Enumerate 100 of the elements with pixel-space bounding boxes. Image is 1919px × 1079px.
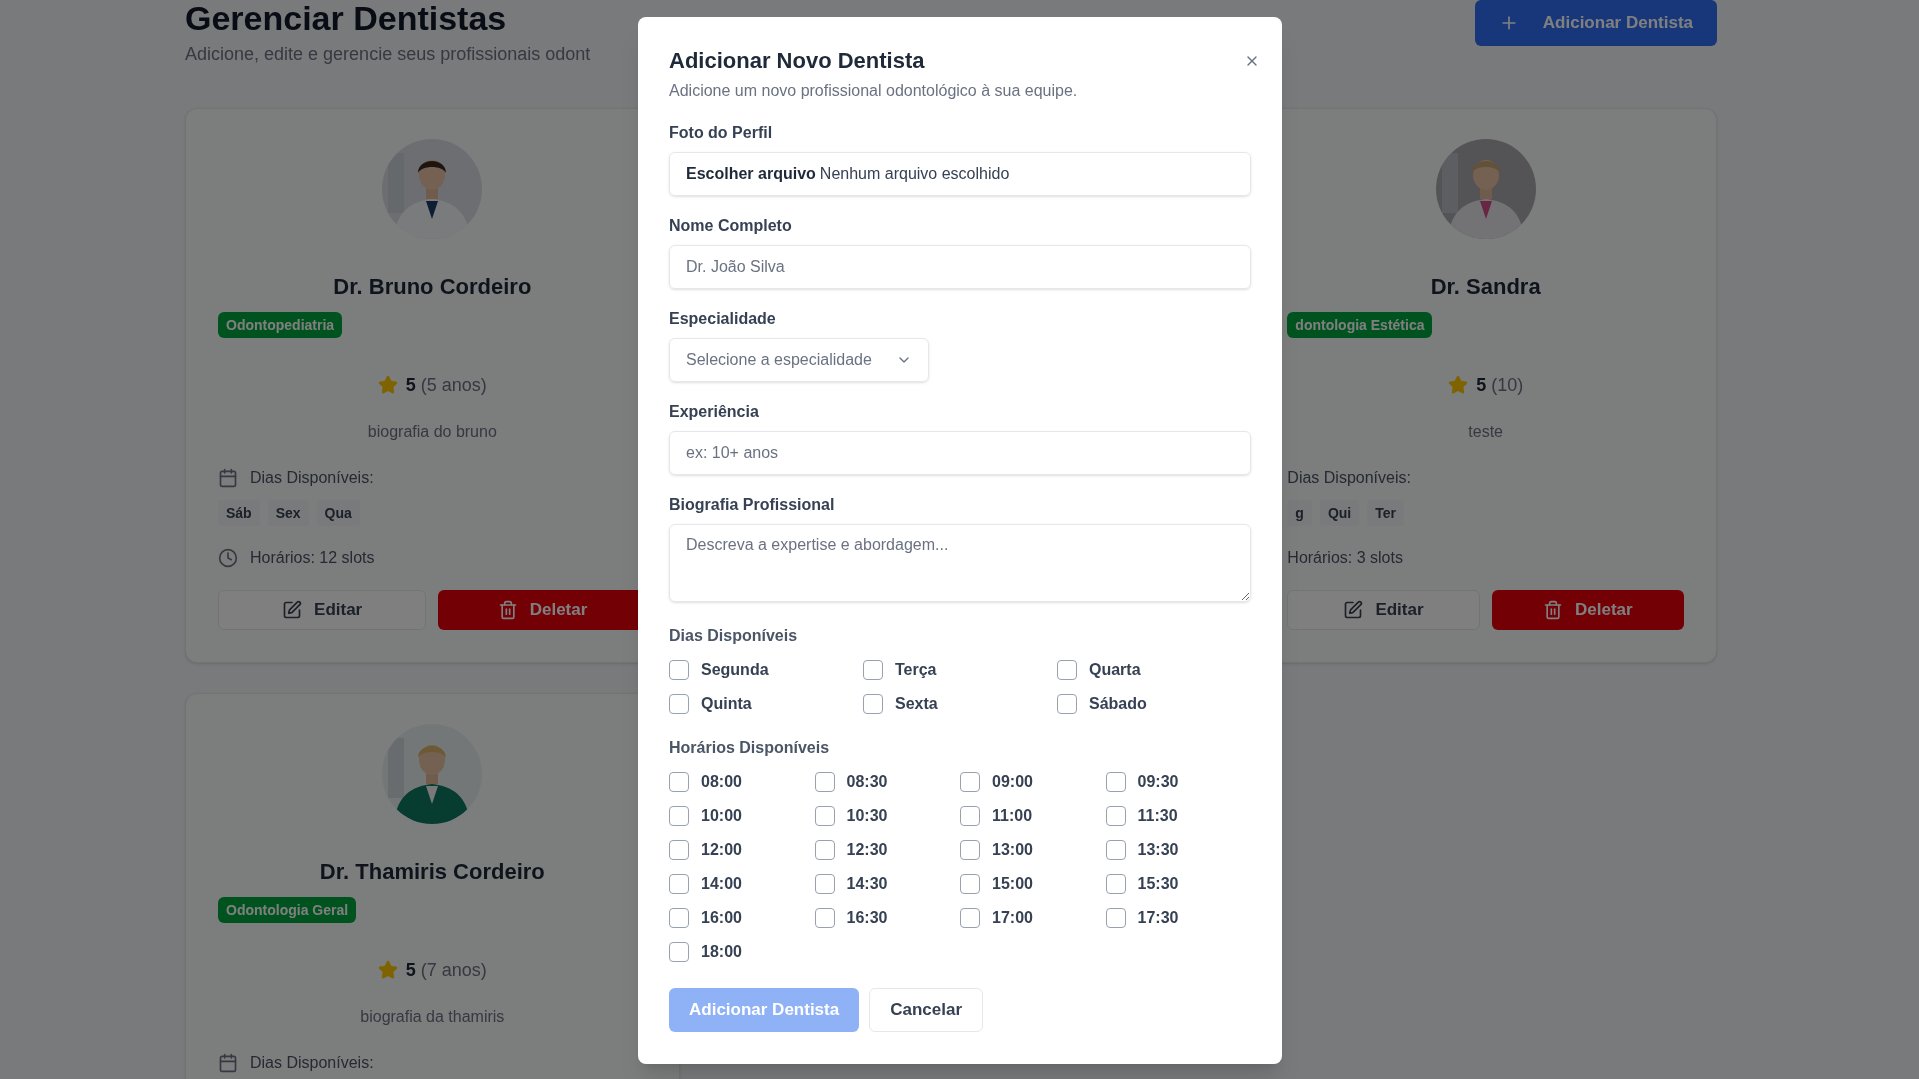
cancel-button[interactable]: Cancelar — [869, 988, 984, 1032]
checkbox[interactable] — [960, 908, 980, 928]
dentist-bio: biografia do bruno — [367, 422, 497, 442]
specialty-tag: Odontopediatria — [218, 312, 343, 338]
checkbox-label: 12:00 — [701, 840, 742, 860]
checkbox-label: 12:30 — [846, 840, 888, 860]
page-title: Gerenciar Dentistas — [185, 0, 508, 36]
add-dentist-button[interactable]: Adicionar Dentista — [1474, 0, 1717, 46]
checkbox-label: Terça — [895, 660, 937, 680]
field-label: Foto do Perfil — [669, 123, 774, 143]
star-icon — [377, 960, 398, 980]
checkbox-label: 17:00 — [992, 908, 1033, 928]
checkbox[interactable] — [960, 840, 980, 860]
textarea-input[interactable]: Descreva a expertise e abordagem... — [669, 524, 1251, 602]
dentist-bio: biografia da thamiris — [360, 1007, 505, 1027]
edit-icon — [1343, 600, 1364, 620]
checkbox[interactable] — [863, 660, 883, 680]
checkbox[interactable] — [1105, 840, 1126, 860]
field-label: Especialidade — [669, 309, 777, 329]
checkbox[interactable] — [960, 806, 980, 826]
checkbox[interactable] — [863, 694, 883, 714]
dialog-title: Adicionar Novo Dentista — [669, 47, 926, 75]
checkbox[interactable] — [1105, 772, 1126, 792]
checkbox-label: 14:30 — [846, 874, 888, 894]
checkbox[interactable] — [669, 660, 689, 680]
checkbox[interactable] — [669, 806, 689, 826]
checkbox-label: 11:30 — [1137, 806, 1178, 826]
checkbox-label: 16:00 — [701, 908, 742, 928]
page-subtitle: Adicione, edite e gerencie seus profissionais odont — [185, 43, 591, 66]
checkbox-label: 15:00 — [992, 874, 1033, 894]
slots-count: Horários: 12 slots — [250, 548, 375, 568]
edit-icon — [282, 600, 303, 620]
specialty-tag: dontologia Estética — [1287, 312, 1433, 338]
rating: 5 (5 anos) — [405, 374, 487, 397]
checkbox[interactable] — [814, 772, 835, 792]
checkbox[interactable] — [669, 874, 689, 894]
trash-icon — [497, 600, 518, 620]
checkbox-label: 11:00 — [992, 806, 1033, 826]
days-label: Dias Disponíveis: — [250, 468, 374, 488]
checkbox[interactable] — [1057, 660, 1077, 680]
field-label: Experiência — [669, 402, 760, 422]
checkbox-label: Quinta — [701, 694, 752, 714]
delete-button[interactable]: Deletar — [1491, 590, 1684, 630]
field-label: Biografia Profissional — [669, 495, 836, 515]
checkbox-label: 15:30 — [1137, 874, 1179, 894]
checkbox[interactable] — [814, 908, 835, 928]
slots-count: Horários: 3 slots — [1287, 548, 1403, 568]
checkbox-label: 13:00 — [992, 840, 1033, 860]
checkbox-label: 10:00 — [701, 806, 742, 826]
checkbox[interactable] — [669, 772, 689, 792]
clock-icon — [218, 548, 238, 568]
checkbox-label: 09:00 — [992, 772, 1033, 792]
days-label: Dias Disponíveis: — [250, 1053, 374, 1073]
checkbox[interactable] — [669, 942, 689, 962]
dentist-name: Dr. Thamiris Cordeiro — [319, 858, 545, 886]
dialog-subtitle: Adicione um novo profissional odontológico à sua equipe. — [669, 81, 1079, 101]
checkbox-label: 13:30 — [1137, 840, 1179, 860]
checkbox[interactable] — [669, 694, 689, 714]
checkbox-label: Quarta — [1089, 660, 1141, 680]
checkbox[interactable] — [960, 772, 980, 792]
checkbox-label: Segunda — [701, 660, 769, 680]
checkbox[interactable] — [814, 806, 835, 826]
checkbox-label: 16:30 — [846, 908, 888, 928]
dentist-name: Dr. Sandra — [1430, 273, 1541, 301]
trash-icon — [1543, 600, 1563, 620]
rating: 5 (7 anos) — [405, 959, 487, 982]
checkbox-label: Sábado — [1089, 694, 1147, 714]
checkbox[interactable] — [1057, 694, 1077, 714]
checkbox[interactable] — [1105, 908, 1126, 928]
calendar-icon — [218, 468, 238, 488]
text-input[interactable]: Dr. João Silva — [669, 245, 1251, 289]
checkbox[interactable] — [669, 840, 689, 860]
checkbox-label: 17:30 — [1137, 908, 1179, 928]
checkbox-label: 18:00 — [701, 942, 742, 962]
calendar-icon — [218, 1053, 238, 1073]
star-icon — [377, 375, 398, 395]
dentist-bio: teste — [1468, 422, 1503, 442]
section-label: Dias Disponíveis — [669, 627, 798, 644]
days-label: Dias Disponíveis: — [1287, 468, 1411, 488]
checkbox-label: 09:30 — [1137, 772, 1179, 792]
star-icon — [1448, 375, 1469, 395]
edit-button[interactable]: Editar — [1287, 590, 1480, 630]
checkbox[interactable] — [960, 874, 980, 894]
checkbox[interactable] — [669, 908, 689, 928]
checkbox[interactable] — [814, 874, 835, 894]
field-label: Nome Completo — [669, 216, 793, 236]
text-input[interactable]: ex: 10+ anos — [669, 431, 1251, 475]
checkbox-label: 10:30 — [846, 806, 888, 826]
checkbox-label: 08:00 — [701, 772, 742, 792]
checkbox[interactable] — [1105, 806, 1126, 826]
select-dropdown[interactable]: Selecione a especialidade — [669, 338, 929, 382]
checkbox[interactable] — [814, 840, 835, 860]
checkbox-label: 08:30 — [846, 772, 888, 792]
edit-button[interactable]: Editar — [218, 590, 427, 630]
checkbox[interactable] — [1105, 874, 1126, 894]
file-input[interactable]: Escolher arquivo Nenhum arquivo escolhido — [669, 152, 1251, 196]
dentist-name: Dr. Bruno Cordeiro — [333, 273, 532, 301]
specialty-tag: Odontologia Geral — [218, 897, 357, 923]
section-label: Horários Disponíveis — [669, 739, 830, 756]
checkbox-label: 14:00 — [701, 874, 742, 894]
